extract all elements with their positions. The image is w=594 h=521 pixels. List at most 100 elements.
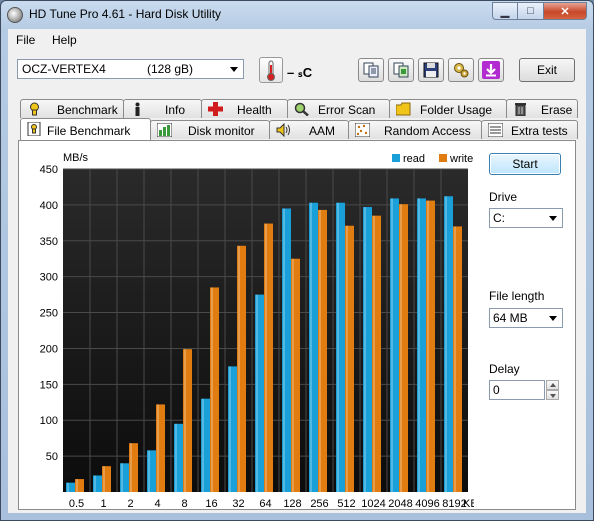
- benchmark-chart: 50 100 150 200 250 300 350 400 450 MB/s read write 0…: [34, 151, 478, 510]
- bar-highlight: [427, 200, 429, 492]
- tab-extra-tests-label: Extra tests: [511, 124, 568, 138]
- y-axis-label: MB/s: [63, 152, 89, 164]
- x-tick-label: 1024: [361, 498, 385, 510]
- save-button[interactable]: [418, 58, 444, 82]
- menu-bar: File Help: [8, 29, 586, 51]
- bar-highlight: [265, 223, 267, 492]
- bar-highlight: [364, 207, 366, 492]
- floppy-disk-icon: [423, 62, 439, 78]
- y-tick-label: 250: [40, 308, 58, 320]
- tab-extra-tests[interactable]: Extra tests: [481, 120, 578, 139]
- speaker-icon: [276, 123, 290, 137]
- file-length-label: File length: [489, 289, 545, 303]
- info-icon: [135, 102, 140, 116]
- thermometer-icon: [259, 57, 283, 83]
- start-button[interactable]: Start: [489, 153, 561, 175]
- bar-highlight: [148, 450, 150, 492]
- tab-random-access-label: Random Access: [384, 124, 471, 138]
- x-tick-label: 4096: [415, 498, 439, 510]
- minimize-button[interactable]: ▁: [492, 2, 518, 20]
- copy-screenshot-icon: [393, 62, 409, 78]
- bar-highlight: [391, 198, 393, 492]
- tab-info[interactable]: Info: [123, 99, 202, 118]
- x-tick-label: 32: [232, 498, 244, 510]
- folder-icon: [396, 102, 411, 116]
- bar-highlight: [121, 463, 123, 492]
- chevron-down-icon: [549, 316, 557, 321]
- bar-highlight: [211, 287, 213, 492]
- tab-folder-usage[interactable]: Folder Usage: [389, 99, 507, 118]
- bar-highlight: [76, 479, 78, 492]
- bar-highlight: [184, 349, 186, 492]
- tab-aam[interactable]: AAM: [269, 120, 349, 139]
- tab-error-scan[interactable]: Error Scan: [287, 99, 390, 118]
- tab-file-benchmark[interactable]: File Benchmark: [20, 118, 151, 140]
- download-arrow-icon: [482, 61, 500, 79]
- minimize-icon: ▁: [500, 5, 510, 18]
- download-button[interactable]: [478, 58, 504, 82]
- chevron-down-icon: [230, 67, 238, 72]
- window-title: HD Tune Pro 4.61 - Hard Disk Utility: [29, 7, 222, 21]
- copy-screenshot-button[interactable]: [388, 58, 414, 82]
- y-tick-label: 450: [40, 164, 58, 176]
- tab-aam-label: AAM: [309, 124, 336, 138]
- x-tick-label: 2048: [388, 498, 412, 510]
- hdtune-app-icon: [7, 7, 23, 23]
- bar-highlight: [283, 208, 285, 492]
- temperature-readout: – ₛC: [287, 65, 313, 80]
- legend-label-read: read: [403, 153, 425, 165]
- tab-erase[interactable]: Erase: [506, 99, 578, 118]
- close-button[interactable]: ✕: [544, 2, 587, 20]
- bar-highlight: [229, 366, 231, 492]
- tab-disk-monitor-label: Disk monitor: [188, 124, 255, 138]
- x-tick-label: 2: [127, 498, 133, 510]
- exit-button[interactable]: Exit: [519, 58, 575, 82]
- magnifier-icon: [294, 102, 309, 116]
- tab-health-label: Health: [237, 103, 272, 117]
- drive-combo-value: C:: [493, 211, 505, 225]
- delay-decrement-button[interactable]: [546, 390, 559, 400]
- tab-disk-monitor[interactable]: Disk monitor: [150, 120, 270, 139]
- title-bar[interactable]: HD Tune Pro 4.61 - Hard Disk Utility ▁ □…: [1, 1, 593, 29]
- file-benchmark-icon: [27, 122, 41, 136]
- drive-name: OCZ-VERTEX4: [22, 62, 106, 76]
- bar-highlight: [400, 204, 402, 492]
- bar-highlight: [445, 196, 447, 492]
- delay-input[interactable]: 0: [489, 380, 545, 400]
- file-benchmark-panel: 50 100 150 200 250 300 350 400 450 MB/s read write 0…: [18, 140, 576, 510]
- bar-highlight: [256, 294, 258, 492]
- copy-info-button[interactable]: [358, 58, 384, 82]
- options-button[interactable]: [448, 58, 474, 82]
- bar-highlight: [238, 245, 240, 492]
- tab-health[interactable]: Health: [201, 99, 288, 118]
- y-tick-label: 100: [40, 415, 58, 427]
- tab-benchmark[interactable]: Benchmark: [20, 99, 124, 118]
- x-tick-label: 256: [310, 498, 328, 510]
- drive-selector[interactable]: OCZ-VERTEX4 (128 gB): [17, 59, 244, 79]
- x-tick-label: 512: [337, 498, 355, 510]
- window-controls: ▁ □ ✕: [492, 2, 587, 20]
- x-tick-label: 4: [154, 498, 160, 510]
- x-tick-label: 8: [181, 498, 187, 510]
- x-unit-label: KB: [463, 498, 474, 510]
- bar-highlight: [337, 202, 339, 493]
- maximize-button[interactable]: □: [518, 2, 544, 20]
- trash-icon: [515, 103, 526, 116]
- chevron-down-icon: [549, 216, 557, 221]
- tab-random-access[interactable]: Random Access: [348, 120, 482, 139]
- options-gears-icon: [454, 63, 469, 78]
- tab-benchmark-label: Benchmark: [57, 103, 118, 117]
- bar-highlight: [103, 466, 105, 492]
- benchmark-icon: [30, 102, 39, 116]
- drive-combo[interactable]: C:: [489, 208, 563, 228]
- menu-file[interactable]: File: [16, 33, 35, 47]
- legend-swatch-read: [392, 154, 400, 162]
- menu-help[interactable]: Help: [52, 33, 77, 47]
- drive-label: Drive: [489, 190, 518, 204]
- file-length-combo[interactable]: 64 MB: [489, 308, 563, 328]
- bar-highlight: [67, 482, 69, 492]
- arrow-down-icon: [550, 394, 556, 398]
- delay-increment-button[interactable]: [546, 380, 559, 390]
- tab-folder-usage-label: Folder Usage: [420, 103, 493, 117]
- tab-erase-label: Erase: [541, 103, 573, 117]
